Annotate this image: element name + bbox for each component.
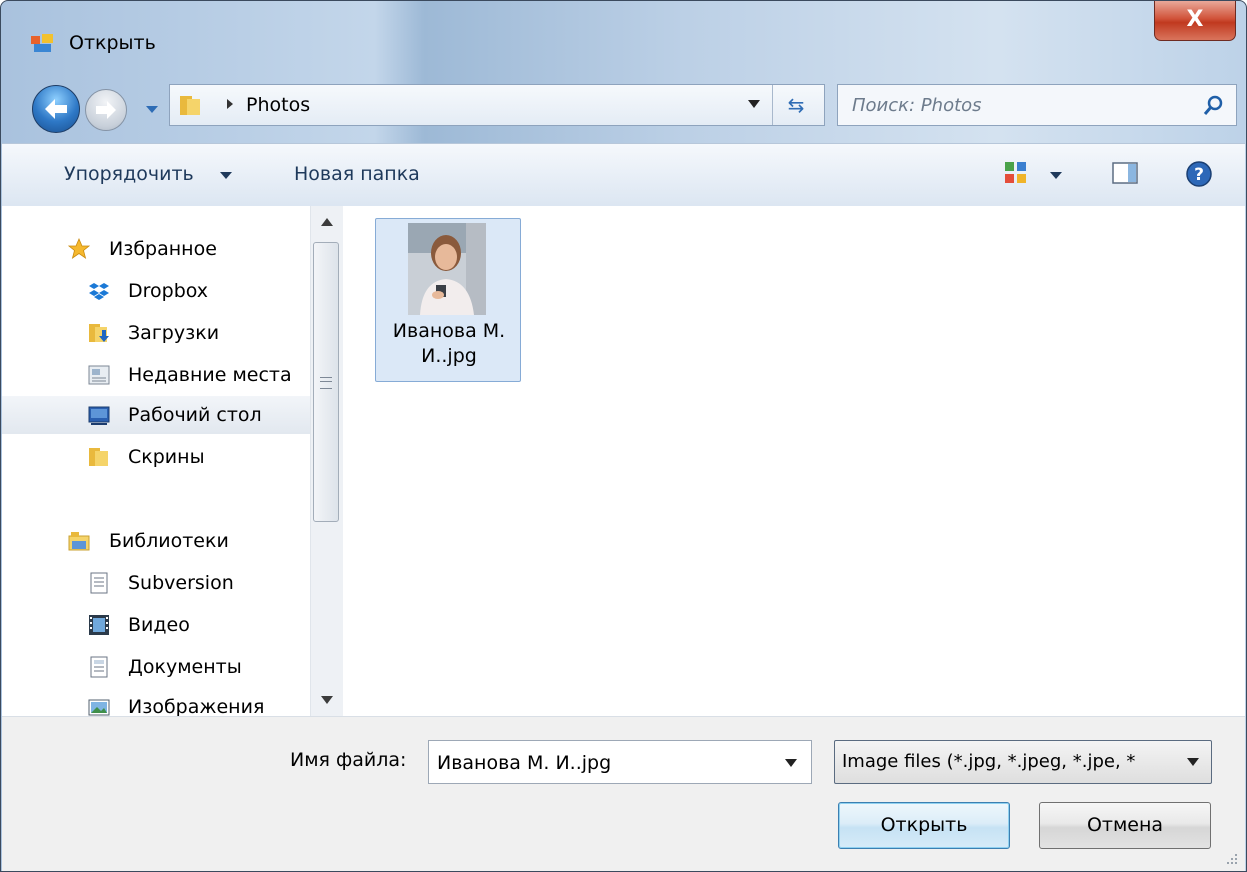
nav-item-label: Видео [128,614,190,636]
nav-item-label: Subversion [128,572,234,594]
file-name-value[interactable]: Иванова М. И..jpg [437,752,611,774]
search-input[interactable]: Поиск: Photos [837,84,1237,126]
nav-item-video[interactable]: Видео [2,606,312,644]
nav-item-libraries[interactable]: Библиотеки [2,522,312,560]
folder-icon [180,96,200,115]
pictures-icon [88,699,110,716]
file-type-value: Image files (*.jpg, *.jpeg, *.jpe, * [842,751,1136,772]
nav-item-label: Изображения [128,696,265,716]
preview-pane-icon[interactable] [1112,161,1138,185]
refresh-icon[interactable]: ⇆ [782,93,810,117]
window-title: Открыть [69,32,156,54]
nav-item-dropbox[interactable]: Dropbox [2,272,312,310]
file-list-view[interactable]: Иванова М. И..jpg [343,206,1245,716]
nav-item-label: Документы [128,656,242,678]
nav-item-label: Избранное [109,238,217,260]
address-bar[interactable]: Photos ⇆ [169,84,825,126]
nav-item-label: Рабочий стол [128,404,262,426]
nav-item-documents[interactable]: Документы [2,648,312,686]
chevron-down-icon[interactable] [1187,758,1199,766]
nav-item-pictures[interactable]: Изображения [2,688,312,716]
nav-item-label: Библиотеки [109,530,229,552]
open-button[interactable]: Открыть [838,802,1010,849]
star-icon [68,238,90,259]
forward-arrow-icon [96,101,116,119]
nav-item-label: Скрины [128,446,205,468]
search-placeholder: Поиск: Photos [852,95,982,116]
nav-item-label: Загрузки [128,322,220,344]
help-icon[interactable]: ? [1185,160,1213,188]
open-file-dialog: Открыть X Photos ⇆ Поиск: Photos Упорядо… [0,0,1247,872]
file-name-field[interactable]: Иванова М. И..jpg [428,740,812,784]
nav-item-recent-places[interactable]: Недавние места [2,356,312,394]
chevron-down-icon[interactable] [220,172,232,180]
photo-thumbnail-icon [408,223,486,315]
navigation-pane[interactable]: Избранное Dropbox Загрузки Недавние мест… [2,206,343,716]
file-name-label: Иванова М. И..jpg [392,320,506,367]
forward-button[interactable] [85,89,127,131]
dialog-footer: Имя файла: Иванова М. И..jpg Image files… [2,716,1245,871]
document-icon [90,572,108,594]
app-window-icon [31,34,53,52]
scroll-down-icon[interactable] [321,696,333,704]
change-view-icon[interactable] [1004,161,1028,185]
breadcrumb-arrow-icon[interactable] [226,98,234,110]
desktop-icon [88,406,110,425]
video-icon [89,615,109,635]
nav-item-desktop[interactable]: Рабочий стол [2,396,312,434]
address-separator [772,85,773,125]
address-dropdown-icon[interactable] [747,99,761,109]
nav-item-subversion[interactable]: Subversion [2,564,312,602]
scroll-up-icon[interactable] [321,218,333,226]
organize-button[interactable]: Упорядочить [64,163,194,185]
nav-item-label: Dropbox [128,280,209,302]
close-icon: X [1186,7,1204,32]
nav-item-screens[interactable]: Скрины [2,438,312,476]
scrollbar-thumb[interactable] [313,242,339,522]
view-options-chevron-icon[interactable] [1050,172,1062,180]
file-item[interactable]: Иванова М. И..jpg [375,218,521,382]
resize-grip-icon[interactable] [1220,847,1240,867]
command-bar: Упорядочить Новая папка ? [2,143,1245,207]
svg-text:?: ? [1194,165,1204,185]
back-button[interactable] [32,85,80,133]
recent-places-icon [88,365,110,385]
documents-icon [90,656,108,678]
nav-item-label: Недавние места [128,364,292,386]
nav-item-favorites[interactable]: Избранное [2,230,312,268]
new-folder-button[interactable]: Новая папка [294,163,420,185]
folder-icon [89,448,108,466]
breadcrumb-photos[interactable]: Photos [246,94,310,116]
libraries-icon [68,532,90,551]
history-dropdown-icon[interactable] [144,99,160,119]
downloads-folder-icon [89,324,109,342]
search-icon[interactable] [1202,93,1226,117]
title-bar[interactable]: Открыть X [1,1,1246,79]
file-type-select[interactable]: Image files (*.jpg, *.jpeg, *.jpe, * [834,740,1212,784]
cancel-button[interactable]: Отмена [1039,802,1211,849]
nav-scrollbar[interactable] [310,206,343,716]
back-arrow-icon [45,99,67,119]
chevron-down-icon[interactable] [785,759,797,767]
close-button[interactable]: X [1154,1,1236,41]
dropbox-icon [89,283,109,300]
scrollbar-grip-icon [320,377,332,389]
nav-item-downloads[interactable]: Загрузки [2,314,312,352]
file-name-field-label: Имя файла: [290,749,407,771]
